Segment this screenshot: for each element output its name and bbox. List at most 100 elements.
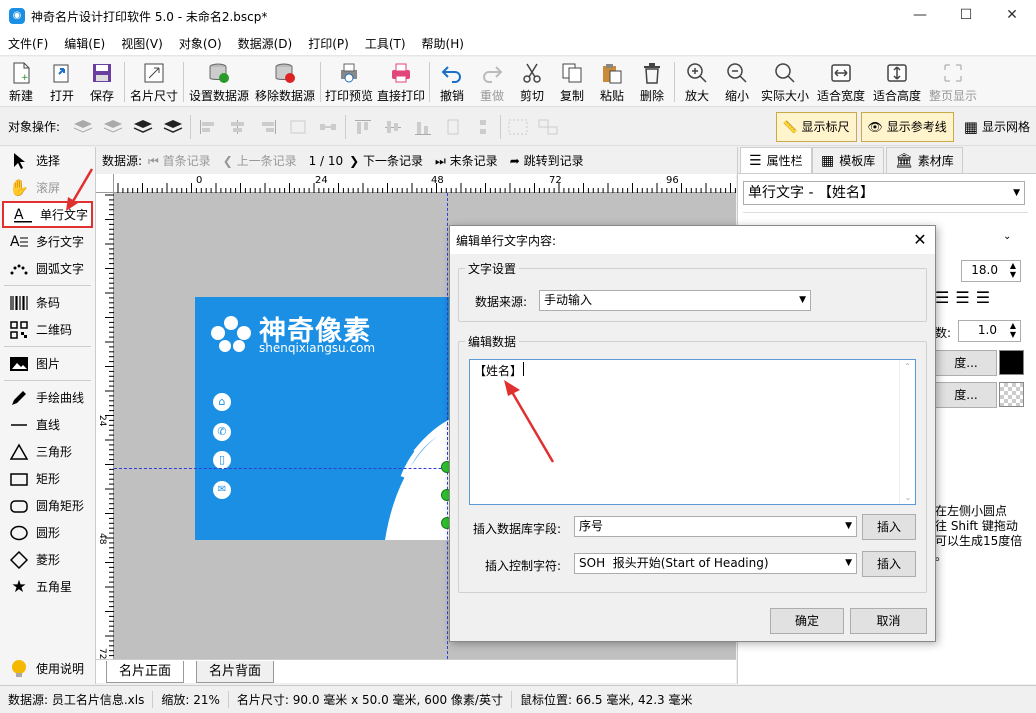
next-record-button[interactable]: ❯ 下一条记录: [349, 152, 429, 169]
tool-freehand[interactable]: 手绘曲线: [0, 384, 95, 411]
tool-image[interactable]: 图片: [0, 350, 95, 377]
menu-print[interactable]: 打印(P): [300, 35, 357, 52]
same-height-icon[interactable]: [471, 115, 495, 139]
color-button-1[interactable]: 度...: [935, 350, 997, 376]
fit-width-button[interactable]: 适合宽度: [813, 57, 869, 107]
undo-button[interactable]: 撤销: [432, 57, 472, 107]
menu-file[interactable]: 文件(F): [0, 35, 56, 52]
color-button-2[interactable]: 度...: [935, 382, 997, 408]
tool-triangle[interactable]: 三角形: [0, 438, 95, 465]
align-right-text-icon[interactable]: ☰: [976, 288, 990, 307]
print-preview-button[interactable]: 打印预览: [323, 57, 375, 107]
tool-circle[interactable]: 圆形: [0, 519, 95, 546]
copy-button[interactable]: 复制: [552, 57, 592, 107]
align-left-text-icon[interactable]: ☰: [935, 288, 949, 307]
close-button[interactable]: ✕: [989, 0, 1035, 32]
dialog-close-icon[interactable]: ✕: [905, 226, 935, 254]
minimize-button[interactable]: —: [897, 0, 943, 32]
show-guides-toggle[interactable]: 👁 显示参考线: [860, 111, 954, 142]
tool-arc-text[interactable]: 圆弧文字: [0, 255, 95, 282]
menu-edit[interactable]: 编辑(E): [56, 35, 113, 52]
tool-barcode[interactable]: 条码: [0, 289, 95, 316]
set-datasource-button[interactable]: 设置数据源: [186, 57, 252, 107]
tool-qrcode[interactable]: 二维码: [0, 316, 95, 343]
prev-record-button[interactable]: ❮ 上一条记录: [223, 152, 303, 169]
actual-size-button[interactable]: 实际大小: [757, 57, 813, 107]
save-button[interactable]: 保存: [82, 57, 122, 107]
align-right-icon[interactable]: [256, 115, 280, 139]
full-page-button[interactable]: 整页显示: [925, 57, 981, 107]
tab-card-back[interactable]: 名片背面: [196, 661, 275, 683]
svg-text:A: A: [10, 234, 20, 250]
ok-button[interactable]: 确定: [770, 608, 844, 634]
layer-down-icon[interactable]: [101, 115, 125, 139]
fit-height-button[interactable]: 适合高度: [869, 57, 925, 107]
menu-help[interactable]: 帮助(H): [414, 35, 472, 52]
tab-materials[interactable]: 🏛 素材库: [886, 147, 963, 173]
tool-round-rect[interactable]: 圆角矩形: [0, 492, 95, 519]
tab-properties[interactable]: ☰ 属性栏: [740, 147, 812, 173]
group-icon[interactable]: [506, 115, 530, 139]
content-textarea[interactable]: 【姓名】 ⌃ ⌄: [469, 359, 916, 505]
color-swatch-transparent[interactable]: [999, 382, 1024, 407]
goto-record-button[interactable]: ➦ 跳转到记录: [510, 152, 590, 169]
redo-button[interactable]: 重做: [472, 57, 512, 107]
align-left-icon[interactable]: [196, 115, 220, 139]
align-middle-icon[interactable]: [381, 115, 405, 139]
insert-ctrl-button[interactable]: 插入: [862, 551, 916, 577]
menu-datasource[interactable]: 数据源(D): [230, 35, 301, 52]
direct-print-button[interactable]: 直接打印: [375, 57, 427, 107]
insert-field-button[interactable]: 插入: [862, 514, 916, 540]
new-button[interactable]: + 新建: [0, 57, 42, 107]
remove-datasource-button[interactable]: 移除数据源: [252, 57, 318, 107]
font-size-spinner[interactable]: 18.0 ▲ ▼: [961, 260, 1021, 282]
menu-view[interactable]: 视图(V): [113, 35, 171, 52]
chevron-down-icon[interactable]: ⌄: [1003, 231, 1011, 242]
object-select[interactable]: 单行文字 - 【姓名】 ▼: [743, 181, 1025, 205]
zoom-in-button[interactable]: 放大: [677, 57, 717, 107]
tab-templates[interactable]: ▦ 模板库: [812, 147, 885, 173]
scroll-up-icon[interactable]: ⌃: [900, 362, 915, 371]
datasource-select[interactable]: 手动输入 ▼: [539, 290, 811, 311]
menu-object[interactable]: 对象(O): [171, 35, 230, 52]
spacing-spinner[interactable]: 1.0 ▲ ▼: [958, 320, 1021, 342]
send-back-icon[interactable]: [161, 115, 185, 139]
tool-diamond[interactable]: 菱形: [0, 546, 95, 573]
tool-multi-text[interactable]: A 多行文字: [0, 228, 95, 255]
zoom-out-button[interactable]: 缩小: [717, 57, 757, 107]
show-ruler-toggle[interactable]: 📏 显示标尺: [775, 111, 857, 142]
align-bottom-icon[interactable]: [411, 115, 435, 139]
maximize-button[interactable]: ☐: [943, 0, 989, 32]
textarea-scrollbar[interactable]: ⌃ ⌄: [899, 360, 915, 504]
align-center-icon[interactable]: [226, 115, 250, 139]
tab-card-front[interactable]: 名片正面: [106, 661, 185, 683]
tool-line[interactable]: 直线: [0, 411, 95, 438]
insert-ctrl-select[interactable]: SOH 报头开始(Start of Heading) ▼: [574, 553, 857, 574]
align-center-text-icon[interactable]: ☰: [955, 288, 969, 307]
show-grid-toggle[interactable]: ▦ 显示网格: [958, 118, 1036, 136]
business-card[interactable]: 神奇像素 shenqixiangsu.com ⌂ ✆ ▯ ✉: [195, 297, 455, 540]
first-record-button[interactable]: ⏮ 首条记录: [148, 152, 217, 169]
scroll-down-icon[interactable]: ⌄: [900, 493, 916, 502]
insert-field-select[interactable]: 序号 ▼: [574, 516, 857, 537]
tool-star[interactable]: ★ 五角星: [0, 573, 95, 600]
layer-up-icon[interactable]: [71, 115, 95, 139]
delete-button[interactable]: 删除: [632, 57, 672, 107]
ungroup-icon[interactable]: [536, 115, 560, 139]
color-swatch-black[interactable]: [999, 350, 1024, 375]
distribute-v-icon[interactable]: [316, 115, 340, 139]
distribute-h-icon[interactable]: [286, 115, 310, 139]
paste-button[interactable]: 粘贴: [592, 57, 632, 107]
align-top-icon[interactable]: [351, 115, 375, 139]
menu-tools[interactable]: 工具(T): [357, 35, 414, 52]
card-size-button[interactable]: 名片尺寸: [127, 57, 181, 107]
cancel-button[interactable]: 取消: [850, 608, 927, 634]
help-button[interactable]: 使用说明: [0, 655, 95, 682]
same-width-icon[interactable]: [441, 115, 465, 139]
bring-front-icon[interactable]: [131, 115, 155, 139]
tool-rect[interactable]: 矩形: [0, 465, 95, 492]
guide-line-vertical[interactable]: [447, 193, 448, 659]
open-button[interactable]: 打开: [42, 57, 82, 107]
last-record-button[interactable]: ⏭ 末条记录: [435, 152, 504, 169]
cut-button[interactable]: 剪切: [512, 57, 552, 107]
